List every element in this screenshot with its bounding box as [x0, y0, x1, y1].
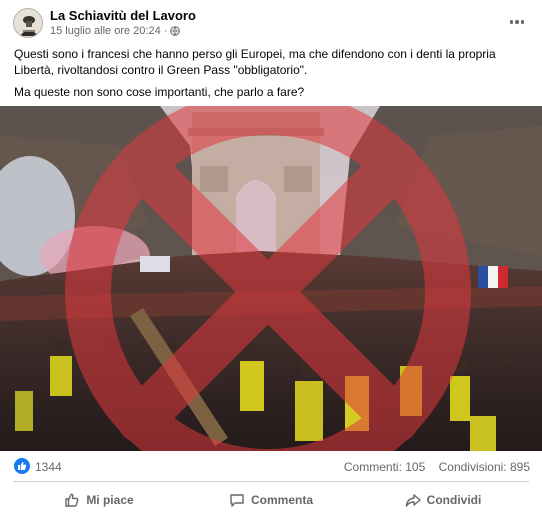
divider: [13, 481, 529, 482]
reaction-count[interactable]: 1344: [35, 460, 62, 474]
comment-button-label: Commenta: [250, 493, 313, 507]
page-name[interactable]: La Schiavitù del Lavoro: [50, 8, 196, 23]
share-button[interactable]: Condividi: [357, 485, 529, 515]
like-button[interactable]: Mi piace: [13, 485, 185, 515]
post-stats: 1344 Commenti: 105 Condivisioni: 895: [0, 452, 542, 480]
share-icon: [405, 494, 421, 507]
page-avatar[interactable]: [13, 8, 43, 38]
engagement-counts: Commenti: 105 Condivisioni: 895: [334, 460, 530, 474]
like-button-label: Mi piace: [86, 493, 134, 507]
facebook-post: La Schiavitù del Lavoro 15 luglio alle o…: [0, 0, 542, 517]
post-text-line: Questi sono i francesi che hanno perso g…: [14, 47, 496, 77]
comment-icon: [230, 494, 244, 507]
comment-button[interactable]: Commenta: [185, 485, 357, 515]
post-text: Questi sono i francesi che hanno perso g…: [14, 46, 530, 106]
post-text-line: Ma queste non sono cose importanti, che …: [14, 85, 305, 99]
protest-crowd-photo: [0, 106, 542, 451]
share-button-label: Condividi: [426, 493, 482, 507]
like-icon[interactable]: [14, 458, 30, 474]
share-count[interactable]: Condivisioni: 895: [439, 460, 530, 474]
post-header: La Schiavitù del Lavoro 15 luglio alle o…: [0, 0, 542, 44]
post-meta: 15 luglio alle ore 20:24 ·: [50, 25, 181, 37]
thumbs-up-icon: [65, 493, 79, 507]
more-horizontal-icon[interactable]: [506, 12, 528, 32]
post-timestamp[interactable]: 15 luglio alle ore 20:24: [50, 25, 161, 37]
post-photo[interactable]: [0, 106, 542, 451]
post-actions: Mi piace Commenta Condividi: [13, 485, 529, 515]
meta-separator: ·: [163, 25, 168, 37]
comment-count[interactable]: Commenti: 105: [344, 460, 425, 474]
globe-icon: [170, 26, 181, 36]
